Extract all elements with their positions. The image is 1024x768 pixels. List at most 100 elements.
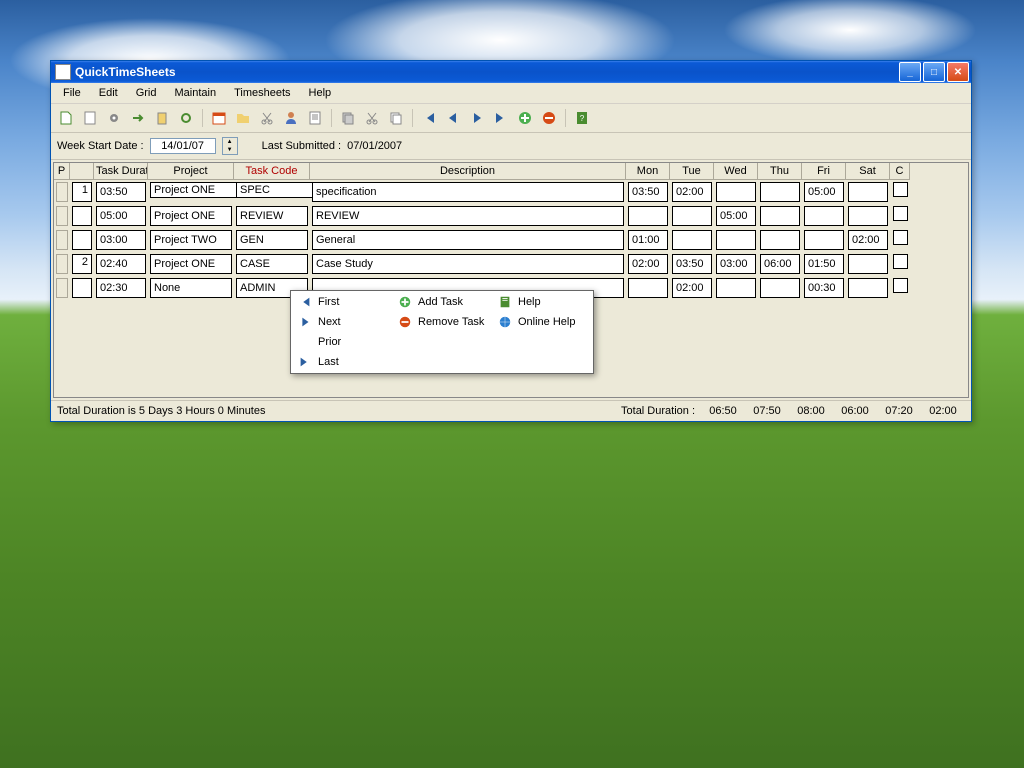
cell-input[interactable] — [150, 254, 232, 274]
user-icon[interactable] — [280, 107, 302, 129]
menu-item-help[interactable]: Help — [492, 292, 592, 312]
col-p[interactable]: P — [54, 163, 70, 180]
cell-input[interactable] — [312, 254, 624, 274]
context-menu[interactable]: FirstNextPriorLastAdd TaskRemove TaskHel… — [290, 290, 594, 374]
cell-input[interactable] — [760, 278, 800, 298]
col-sat[interactable]: Sat — [846, 163, 890, 180]
close-button[interactable]: ✕ — [947, 62, 969, 82]
menu-file[interactable]: File — [55, 85, 89, 101]
first-icon[interactable] — [418, 107, 440, 129]
calendar-icon[interactable] — [208, 107, 230, 129]
row-marker[interactable] — [54, 204, 70, 228]
row-marker[interactable] — [54, 228, 70, 252]
cell-input[interactable] — [760, 230, 800, 250]
cell-input[interactable] — [236, 206, 308, 226]
copy-icon[interactable] — [385, 107, 407, 129]
col-description[interactable]: Description — [310, 163, 626, 180]
cell-input[interactable] — [96, 182, 146, 202]
folder-icon[interactable] — [232, 107, 254, 129]
priority-cell[interactable]: 1 — [72, 182, 92, 202]
cell-input[interactable] — [760, 254, 800, 274]
cell-input[interactable] — [672, 254, 712, 274]
cell-input[interactable] — [672, 230, 712, 250]
table-row[interactable] — [54, 204, 968, 228]
cell-input[interactable] — [96, 230, 146, 250]
cell-input[interactable] — [848, 278, 888, 298]
cell-input[interactable] — [150, 230, 232, 250]
menu-timesheets[interactable]: Timesheets — [226, 85, 298, 101]
cell-input[interactable] — [672, 182, 712, 202]
cell-input[interactable] — [716, 230, 756, 250]
col-thu[interactable]: Thu — [758, 163, 802, 180]
page-icon[interactable] — [304, 107, 326, 129]
priority-cell[interactable] — [72, 278, 92, 298]
cell-input[interactable] — [804, 206, 844, 226]
menu-item-last[interactable]: Last — [292, 352, 392, 372]
menu-maintain[interactable]: Maintain — [166, 85, 224, 101]
cell-input[interactable] — [312, 206, 624, 226]
menu-item-first[interactable]: First — [292, 292, 392, 312]
cell-input[interactable] — [672, 278, 712, 298]
cell-input[interactable] — [236, 230, 308, 250]
menu-item-remove-task[interactable]: Remove Task — [392, 312, 492, 332]
cell-input[interactable] — [628, 230, 668, 250]
col-duration[interactable]: Task Duration — [94, 163, 148, 180]
cell-input[interactable] — [848, 230, 888, 250]
add-icon[interactable] — [514, 107, 536, 129]
gear-icon[interactable] — [103, 107, 125, 129]
row-marker[interactable] — [54, 252, 70, 276]
cell-input[interactable] — [760, 206, 800, 226]
maximize-button[interactable]: □ — [923, 62, 945, 82]
cell-input[interactable] — [628, 206, 668, 226]
table-row[interactable]: 2 — [54, 252, 968, 276]
cell-input[interactable] — [150, 206, 232, 226]
menu-item-next[interactable]: Next — [292, 312, 392, 332]
cell-input[interactable] — [716, 254, 756, 274]
prev-icon[interactable] — [442, 107, 464, 129]
complete-checkbox[interactable] — [893, 278, 908, 293]
cell-input[interactable] — [716, 278, 756, 298]
col-priority[interactable] — [70, 163, 94, 180]
col-mon[interactable]: Mon — [626, 163, 670, 180]
cell-input[interactable] — [628, 254, 668, 274]
cell-input[interactable] — [312, 230, 624, 250]
menu-help[interactable]: Help — [301, 85, 340, 101]
cell-input[interactable] — [804, 182, 844, 202]
titlebar[interactable]: QuickTimeSheets _ □ ✕ — [51, 61, 971, 83]
cell-input[interactable] — [804, 278, 844, 298]
cell-input[interactable] — [716, 182, 756, 202]
col-project[interactable]: Project — [148, 163, 234, 180]
cell-input[interactable] — [804, 230, 844, 250]
minimize-button[interactable]: _ — [899, 62, 921, 82]
cut-icon[interactable] — [361, 107, 383, 129]
cell-input[interactable] — [628, 278, 668, 298]
complete-checkbox[interactable] — [893, 254, 908, 269]
col-c[interactable]: C — [890, 163, 910, 180]
menu-item-online-help[interactable]: Online Help — [492, 312, 592, 332]
cell-input[interactable] — [96, 206, 146, 226]
remove-icon[interactable] — [538, 107, 560, 129]
menu-edit[interactable]: Edit — [91, 85, 126, 101]
last-icon[interactable] — [490, 107, 512, 129]
cell-input[interactable] — [236, 254, 308, 274]
week-start-input[interactable] — [150, 138, 216, 154]
cell-input[interactable] — [628, 182, 668, 202]
cell-input[interactable] — [150, 278, 232, 298]
cell-input[interactable] — [760, 182, 800, 202]
date-spinner[interactable]: ▲▼ — [222, 137, 238, 155]
complete-checkbox[interactable] — [893, 230, 908, 245]
doc-icon[interactable] — [79, 107, 101, 129]
priority-cell[interactable] — [72, 230, 92, 250]
row-marker[interactable] — [54, 180, 70, 204]
cell-input[interactable] — [848, 182, 888, 202]
table-row[interactable]: 1▼▼ — [54, 180, 968, 204]
col-wed[interactable]: Wed — [714, 163, 758, 180]
cell-input[interactable] — [672, 206, 712, 226]
cell-input[interactable] — [96, 254, 146, 274]
cell-input[interactable] — [804, 254, 844, 274]
arrow-icon[interactable] — [127, 107, 149, 129]
priority-cell[interactable] — [72, 206, 92, 226]
priority-cell[interactable]: 2 — [72, 254, 92, 274]
copydoc-icon[interactable] — [337, 107, 359, 129]
complete-checkbox[interactable] — [893, 182, 908, 197]
